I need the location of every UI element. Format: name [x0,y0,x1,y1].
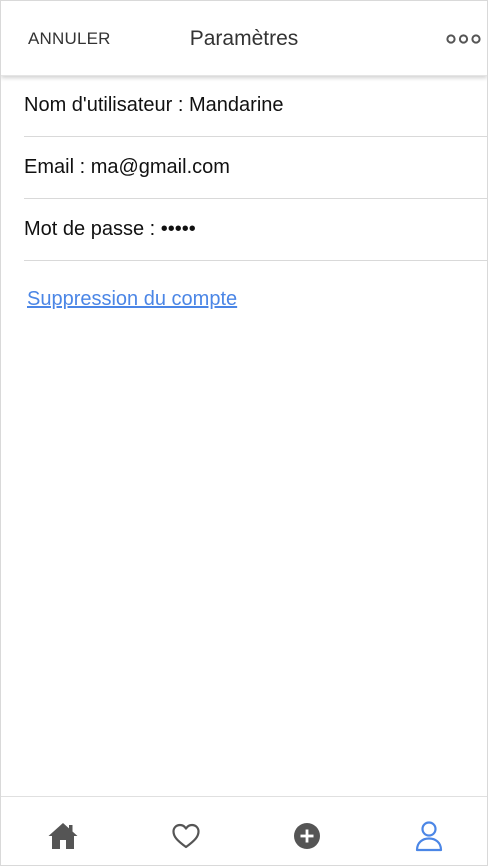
user-icon [415,821,443,852]
username-row[interactable]: Nom d'utilisateur : Mandarine [24,75,487,137]
nav-home[interactable] [46,819,80,853]
password-row[interactable]: Mot de passe : ••••• [24,199,487,261]
username-label: Nom d'utilisateur : [24,94,189,116]
bottom-navigation [1,796,487,865]
password-value: ••••• [160,218,196,240]
more-options-button[interactable] [446,29,484,49]
password-label: Mot de passe : [24,218,161,240]
more-horizontal-icon [446,34,481,44]
home-icon [48,823,78,849]
email-value: ma@gmail.com [90,156,230,178]
email-row[interactable]: Email : ma@gmail.com [24,137,487,199]
add-circle-icon [294,823,320,849]
nav-add[interactable] [290,819,324,853]
page-title: Paramètres [189,27,299,50]
email-label: Email : [24,156,91,178]
app-screen: ANNULER Paramètres Nom d'utilisateur : M… [0,0,488,866]
delete-account-link[interactable]: Suppression du compte [27,288,237,311]
heart-icon [172,823,200,849]
settings-list: Nom d'utilisateur : Mandarine Email : ma… [24,75,487,261]
nav-profile[interactable] [412,819,446,853]
top-app-bar: ANNULER Paramètres [1,1,487,76]
username-value: Mandarine [189,94,284,116]
nav-favorites[interactable] [169,819,203,853]
